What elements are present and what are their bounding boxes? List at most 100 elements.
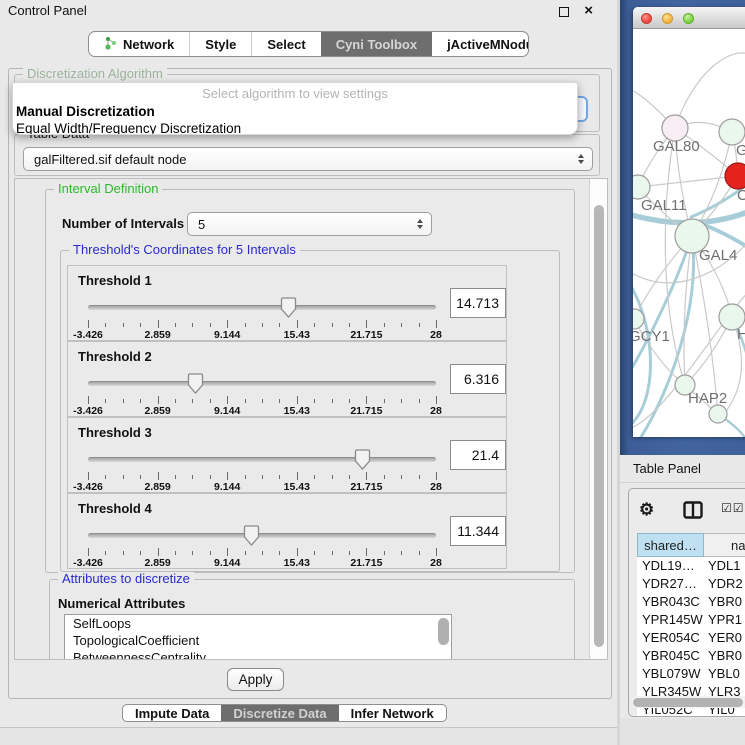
- tick-mark: [419, 323, 420, 327]
- network-node-unlabeled[interactable]: [709, 405, 727, 423]
- network-window-titlebar[interactable]: [633, 7, 745, 29]
- table-cell[interactable]: YDL19…: [637, 557, 704, 575]
- tick-mark: [88, 472, 89, 480]
- table-cell[interactable]: YBR043C: [637, 593, 704, 611]
- tab-label: Cyni Toolbox: [336, 37, 417, 52]
- apply-button[interactable]: Apply: [227, 668, 284, 691]
- table-cell[interactable]: YDR27…: [637, 575, 704, 593]
- attribute-list-item[interactable]: SelfLoops: [65, 615, 451, 632]
- slider-track[interactable]: [88, 533, 436, 538]
- slider-track[interactable]: [88, 457, 436, 462]
- table-cell[interactable]: YBL0: [704, 665, 745, 683]
- columns-icon[interactable]: [683, 501, 703, 519]
- close-traffic-light-icon[interactable]: [641, 13, 652, 24]
- tick-mark: [279, 475, 280, 479]
- network-node-c[interactable]: [725, 163, 745, 189]
- table-row[interactable]: YER054CYER0: [637, 629, 745, 647]
- table-toolbar: ⚙ ☑☑: [629, 489, 745, 531]
- tab-select[interactable]: Select: [251, 32, 320, 56]
- tick-label: 15.43: [284, 329, 310, 341]
- tab-label: Style: [205, 37, 236, 52]
- interval-definition-section: Interval Definition Number of Intervals …: [45, 189, 575, 573]
- attribute-list-item[interactable]: TopologicalCoefficient: [65, 632, 451, 649]
- table-cell[interactable]: YDR2: [704, 575, 745, 593]
- algorithm-option[interactable]: Equal Width/Frequency Discretization: [13, 120, 577, 135]
- tick-mark: [158, 320, 159, 328]
- table-row[interactable]: YPR145WYPR1: [637, 611, 745, 629]
- tick-label: -3.426: [73, 557, 103, 569]
- tab-infer-network[interactable]: Infer Network: [339, 705, 446, 721]
- tab-style[interactable]: Style: [189, 32, 251, 56]
- threshold-value-field[interactable]: 14.713: [450, 288, 506, 318]
- tick-mark: [384, 399, 385, 403]
- threshold-value-field[interactable]: 21.4: [450, 440, 506, 470]
- tab-network[interactable]: Network: [89, 32, 189, 56]
- number-of-intervals-combobox[interactable]: 5: [187, 212, 432, 236]
- table-cell[interactable]: YBL079W: [637, 665, 704, 683]
- table-cell[interactable]: YDL1: [704, 557, 745, 575]
- threshold-slider[interactable]: -3.4262.8599.14415.4321.71528: [88, 524, 436, 568]
- tick-label: 21.715: [350, 557, 382, 569]
- zoom-traffic-light-icon[interactable]: [683, 13, 694, 24]
- table-cell[interactable]: YBR0: [704, 593, 745, 611]
- slider-thumb[interactable]: [243, 525, 260, 546]
- threshold-value-field[interactable]: 6.316: [450, 364, 506, 394]
- table-cell[interactable]: YER054C: [637, 629, 704, 647]
- slider-track[interactable]: [88, 305, 436, 310]
- threshold-value-field[interactable]: 11.344: [450, 516, 506, 546]
- table-row[interactable]: YDL19…YDL1: [637, 557, 745, 575]
- checkboxes-icon[interactable]: ☑☑: [721, 501, 745, 515]
- table-data-combobox[interactable]: galFiltered.sif default node: [23, 147, 593, 171]
- algorithm-option[interactable]: Manual Discretization: [13, 103, 577, 120]
- table-row[interactable]: YBL079WYBL0: [637, 665, 745, 683]
- table-row[interactable]: YBR043CYBR0: [637, 593, 745, 611]
- table-cell[interactable]: YPR145W: [637, 611, 704, 629]
- network-canvas[interactable]: GAL80GACGAL11GAL4GCY1HHAP2: [633, 29, 745, 437]
- table-cell[interactable]: YER0: [704, 629, 745, 647]
- tick-mark: [158, 548, 159, 556]
- slider-thumb[interactable]: [187, 373, 204, 394]
- below-table-area: [620, 718, 745, 745]
- table-row[interactable]: YDR27…YDR2: [637, 575, 745, 593]
- column-header-1[interactable]: shared…: [637, 533, 704, 557]
- top-tab-bar: Network Style Select Cyni Toolbox jActiveMNo…: [88, 31, 529, 57]
- threshold-slider[interactable]: -3.4262.8599.14415.4321.71528: [88, 296, 436, 340]
- slider-track[interactable]: [88, 381, 436, 386]
- tick-mark: [105, 551, 106, 555]
- settings-scrollbar[interactable]: [589, 179, 607, 659]
- tick-mark: [227, 396, 228, 404]
- control-panel: Control Panel × NetworkStyleSelectCyni T…: [0, 0, 617, 745]
- tick-mark: [384, 551, 385, 555]
- table-cell[interactable]: YBR045C: [637, 647, 704, 665]
- float-window-icon[interactable]: [559, 7, 569, 17]
- table-cell[interactable]: YBR0: [704, 647, 745, 665]
- attribute-list-item[interactable]: BetweennessCentrality: [65, 649, 451, 660]
- gear-icon[interactable]: ⚙: [639, 498, 654, 522]
- tick-mark: [175, 551, 176, 555]
- slider-thumb[interactable]: [280, 297, 297, 318]
- minimize-traffic-light-icon[interactable]: [662, 13, 673, 24]
- attributes-list-scrollbar[interactable]: [438, 618, 449, 660]
- tick-mark: [140, 399, 141, 403]
- tick-mark: [227, 472, 228, 480]
- threshold-slider[interactable]: -3.4262.8599.14415.4321.71528: [88, 372, 436, 416]
- tick-mark: [210, 475, 211, 479]
- tick-mark: [349, 323, 350, 327]
- tick-mark: [401, 551, 402, 555]
- threshold-slider[interactable]: -3.4262.8599.14415.4321.71528: [88, 448, 436, 492]
- column-header-2[interactable]: na: [704, 533, 745, 557]
- table-horizontal-scrollbar[interactable]: [631, 696, 745, 708]
- table-cell[interactable]: YPR1: [704, 611, 745, 629]
- network-node-gal11[interactable]: [633, 175, 650, 199]
- tab-cyni-toolbox[interactable]: Cyni Toolbox: [321, 32, 432, 56]
- slider-thumb[interactable]: [354, 449, 371, 470]
- node-label: GA: [736, 142, 745, 159]
- numerical-attributes-list[interactable]: SelfLoopsTopologicalCoefficientBetweenne…: [64, 614, 452, 660]
- table-row[interactable]: YBR045CYBR0: [637, 647, 745, 665]
- tab-impute-data[interactable]: Impute Data: [123, 705, 221, 721]
- tab-discretize-data[interactable]: Discretize Data: [221, 705, 338, 721]
- tick-label: 2.859: [144, 329, 170, 341]
- tab-jactivemnodules[interactable]: jActiveMNodules: [432, 32, 529, 56]
- tick-label: 28: [430, 557, 442, 569]
- close-icon[interactable]: ×: [584, 0, 593, 22]
